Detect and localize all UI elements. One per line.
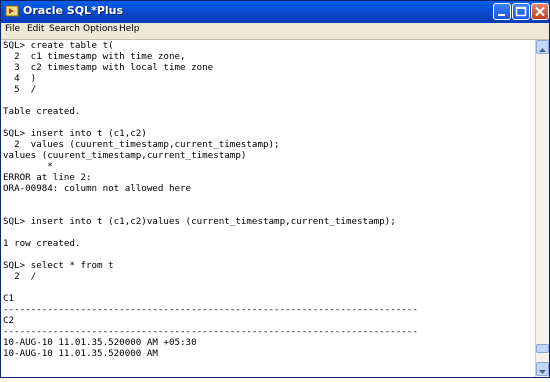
- console-line: C2: [3, 315, 15, 326]
- console-line: SQL> insert into t (c1,c2)values (curren…: [3, 216, 396, 227]
- close-icon: [535, 6, 545, 17]
- menu-bar: File Edit Search Options Help: [1, 23, 549, 40]
- scroll-thumb[interactable]: [536, 344, 549, 353]
- menu-help[interactable]: Help: [119, 24, 140, 34]
- console-line: 10-AUG-10 11.01.35.520000 AM +05:30: [3, 337, 197, 348]
- console-line: SQL> create table t(: [3, 40, 114, 51]
- console-line: ----------------------------------------…: [3, 304, 418, 315]
- close-button[interactable]: [531, 3, 549, 20]
- scroll-up-button[interactable]: [536, 40, 549, 54]
- console-line: SQL> insert into t (c1,c2): [3, 128, 147, 139]
- console-line: 2 c1 timestamp with time zone,: [3, 51, 186, 62]
- scroll-down-icon: [539, 370, 546, 374]
- console-line: 1 row created.: [3, 238, 81, 249]
- console-line: 4 ): [3, 73, 37, 84]
- console-line: 2 values (cuurent_timestamp,current_time…: [3, 139, 280, 150]
- title-bar[interactable]: Oracle SQL*Plus: [1, 1, 549, 23]
- menu-search[interactable]: Search: [49, 24, 80, 34]
- console-line: 2 /: [3, 271, 37, 282]
- maximize-button[interactable]: [512, 3, 530, 20]
- console-line: values (cuurent_timestamp,current_timest…: [3, 150, 247, 161]
- minimize-button[interactable]: [493, 3, 511, 20]
- sqlplus-app-icon: [5, 5, 19, 17]
- maximize-icon: [515, 6, 527, 17]
- console-line: ORA-00984: column not allowed here: [3, 183, 192, 194]
- menu-edit[interactable]: Edit: [27, 24, 44, 34]
- window-title: Oracle SQL*Plus: [23, 4, 124, 17]
- console-line: ERROR at line 2:: [3, 172, 92, 183]
- console-output[interactable]: SQL> create table t( 2 c1 timestamp with…: [1, 40, 535, 377]
- console-line: 10-AUG-10 11.01.35.520000 AM: [3, 348, 158, 359]
- menu-options[interactable]: Options: [83, 24, 118, 34]
- vertical-scrollbar[interactable]: [535, 40, 549, 377]
- minimize-icon: [498, 14, 505, 16]
- console-line: SQL> select * from t: [3, 260, 114, 271]
- console-line: C1: [3, 293, 15, 304]
- console-line: ----------------------------------------…: [3, 326, 418, 337]
- sqlplus-window: Oracle SQL*Plus File Edit Search Options…: [0, 0, 550, 378]
- console-line: Table created.: [3, 106, 81, 117]
- console-line: 3 c2 timestamp with local time zone: [3, 62, 214, 73]
- console-line: 5 /: [3, 84, 37, 95]
- menu-file[interactable]: File: [5, 24, 20, 34]
- scroll-down-button[interactable]: [536, 362, 549, 376]
- scroll-up-icon: [539, 48, 546, 52]
- console-line: *: [3, 161, 53, 172]
